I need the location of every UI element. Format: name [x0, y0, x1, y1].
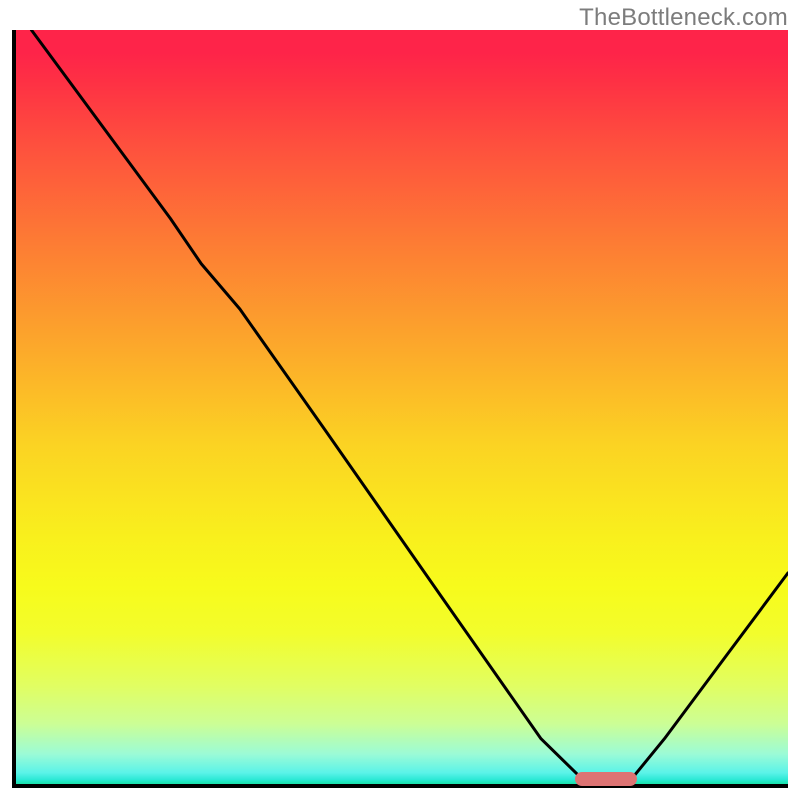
chart-container: TheBottleneck.com: [0, 0, 800, 800]
gradient-background: [16, 30, 788, 784]
optimal-marker: [575, 772, 637, 786]
watermark-text: TheBottleneck.com: [579, 4, 788, 32]
plot-area: [12, 30, 788, 788]
